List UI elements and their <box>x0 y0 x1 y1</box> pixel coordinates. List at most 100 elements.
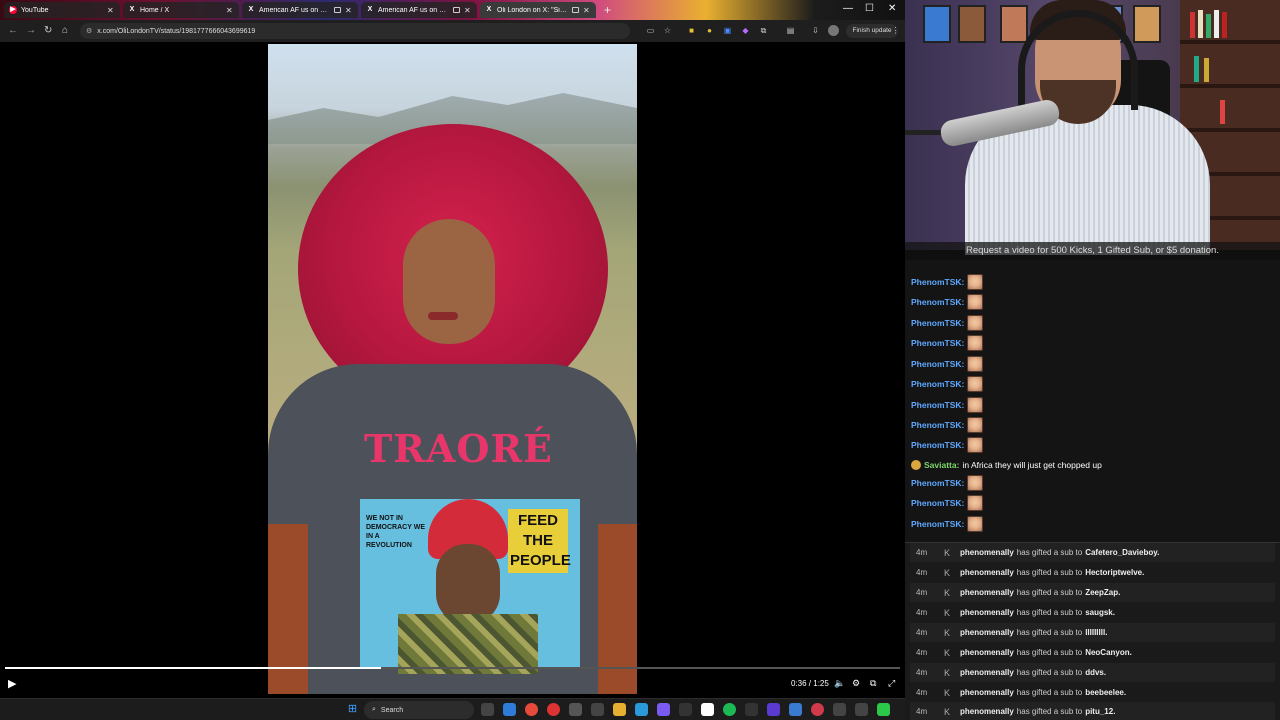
tab-home-x[interactable]: X Home / X ✕ <box>123 2 239 18</box>
close-icon[interactable]: ✕ <box>464 6 472 15</box>
chat-username[interactable]: PhenomTSK: <box>911 379 964 389</box>
bookmark-star-icon[interactable]: ☆ <box>662 25 673 36</box>
close-window-button[interactable]: ✕ <box>888 3 896 14</box>
profile-avatar[interactable] <box>828 25 839 36</box>
gift-username[interactable]: phenomenally <box>960 648 1014 657</box>
tab-american-af-2[interactable]: X American AF us on X: "EB ✕ <box>361 2 477 18</box>
minimize-button[interactable]: — <box>843 3 853 14</box>
close-icon[interactable]: ✕ <box>583 6 591 15</box>
windows-start-icon[interactable]: ⊞ <box>346 703 359 716</box>
chat-username[interactable]: PhenomTSK: <box>911 478 964 488</box>
app-icon[interactable] <box>833 703 846 716</box>
gift-username[interactable]: phenomenally <box>960 688 1014 697</box>
settings-gear-icon[interactable]: ⚙ <box>852 678 860 689</box>
file-explorer-icon[interactable] <box>613 703 626 716</box>
sidebar-icon[interactable]: ▤ <box>785 25 796 36</box>
app-icon[interactable] <box>679 703 692 716</box>
forward-button[interactable]: → <box>26 25 36 36</box>
spotify-icon[interactable] <box>723 703 736 716</box>
site-info-icon[interactable]: ⚙ <box>86 27 92 35</box>
shirt-print-title: TRAORÉ <box>364 426 553 471</box>
app-icon[interactable] <box>569 703 582 716</box>
back-button[interactable]: ← <box>8 25 18 36</box>
gift-recipient[interactable]: ZeepZap. <box>1085 588 1120 597</box>
browser-window: ▶ YouTube ✕ X Home / X ✕ X American AF u… <box>0 0 905 698</box>
gift-username[interactable]: phenomenally <box>960 668 1014 677</box>
app-icon[interactable] <box>877 703 890 716</box>
cast-icon[interactable]: ▭ <box>645 25 656 36</box>
close-icon[interactable]: ✕ <box>226 6 234 15</box>
tab-american-af-1[interactable]: X American AF us on X: "Lib ✕ <box>242 2 358 18</box>
app-icon[interactable] <box>745 703 758 716</box>
chat-username[interactable]: PhenomTSK: <box>911 498 964 508</box>
app-icon[interactable] <box>789 703 802 716</box>
gift-recipient[interactable]: beebeelee. <box>1085 688 1126 697</box>
gift-recipient[interactable]: saugsk. <box>1085 608 1115 617</box>
gift-username[interactable]: phenomenally <box>960 707 1014 716</box>
gift-recipient[interactable]: lIIIIIIIl. <box>1085 628 1107 637</box>
extensions-puzzle-icon[interactable]: ⧉ <box>758 25 769 36</box>
chat-username[interactable]: PhenomTSK: <box>911 318 964 328</box>
gift-username[interactable]: phenomenally <box>960 608 1014 617</box>
maximize-button[interactable]: ☐ <box>865 3 874 14</box>
extension-icon[interactable]: ● <box>704 25 715 36</box>
audio-icon[interactable] <box>453 7 460 13</box>
app-icon[interactable] <box>701 703 714 716</box>
reload-button[interactable]: ↻ <box>44 25 52 36</box>
gift-recipient[interactable]: pitu_12. <box>1085 707 1115 716</box>
chat-username[interactable]: PhenomTSK: <box>911 359 964 369</box>
chat-username[interactable]: PhenomTSK: <box>911 519 964 529</box>
gift-recipient[interactable]: Cafetero_Davieboy. <box>1085 548 1159 557</box>
close-icon[interactable]: ✕ <box>345 6 353 15</box>
kick-logo-icon: K <box>944 627 951 638</box>
chat-username[interactable]: PhenomTSK: <box>911 338 964 348</box>
chat-username[interactable]: PhenomTSK: <box>911 440 964 450</box>
play-button[interactable]: ▶ <box>8 677 16 690</box>
chat-message: PhenomTSK: <box>911 397 984 413</box>
chat-username[interactable]: PhenomTSK: <box>911 420 964 430</box>
chrome-icon[interactable] <box>525 703 538 716</box>
tab-youtube[interactable]: ▶ YouTube ✕ <box>4 2 120 18</box>
app-icon[interactable] <box>811 703 824 716</box>
home-button[interactable]: ⌂ <box>62 25 68 36</box>
extension-icon[interactable]: ▣ <box>722 25 733 36</box>
chat-username[interactable]: PhenomTSK: <box>911 400 964 410</box>
new-tab-button[interactable]: + <box>604 3 611 17</box>
telegram-icon[interactable] <box>635 703 648 716</box>
gift-recipient[interactable]: NeoCanyon. <box>1085 648 1132 657</box>
gift-recipient[interactable]: ddvs. <box>1085 668 1106 677</box>
gift-username[interactable]: phenomenally <box>960 628 1014 637</box>
extension-icon[interactable]: ◆ <box>740 25 751 36</box>
address-bar[interactable]: ⚙ x.com/OliLondonTV/status/1981777666043… <box>80 23 630 39</box>
fullscreen-icon[interactable]: ⤢ <box>888 678 895 689</box>
video-frame[interactable]: TRAORÉ WE NOT IN DEMOCRACY WE IN A REVOL… <box>268 44 637 694</box>
gift-username[interactable]: phenomenally <box>960 588 1014 597</box>
gift-username[interactable]: phenomenally <box>960 568 1014 577</box>
app-icon[interactable] <box>767 703 780 716</box>
task-view-icon[interactable] <box>481 703 494 716</box>
video-player[interactable]: TRAORÉ WE NOT IN DEMOCRACY WE IN A REVOL… <box>0 42 905 698</box>
audio-icon[interactable] <box>572 7 579 13</box>
chat-username[interactable]: PhenomTSK: <box>911 277 964 287</box>
app-icon[interactable] <box>855 703 868 716</box>
volume-icon[interactable]: 🔈 <box>834 678 845 689</box>
close-icon[interactable]: ✕ <box>107 6 115 15</box>
chat-username[interactable]: Saviatta: <box>924 460 959 470</box>
app-icon[interactable] <box>591 703 604 716</box>
taskbar-search[interactable]: ⌕ Search <box>364 701 474 719</box>
picture-in-picture-icon[interactable]: ⧉ <box>870 678 876 689</box>
audio-icon[interactable] <box>334 7 341 13</box>
tab-oli-london[interactable]: X Oli London on X: "Singer K ✕ <box>480 2 596 18</box>
gift-username[interactable]: phenomenally <box>960 548 1014 557</box>
discord-icon[interactable] <box>657 703 670 716</box>
emote-icon <box>967 294 984 310</box>
video-progress-bar[interactable] <box>5 667 900 669</box>
downloads-icon[interactable]: ⇩ <box>810 25 821 36</box>
chat-username[interactable]: PhenomTSK: <box>911 297 964 307</box>
chrome-icon[interactable] <box>547 703 560 716</box>
chat-panel: PhenomTSK: PhenomTSK: PhenomTSK: PhenomT… <box>905 260 1280 542</box>
gift-recipient[interactable]: Hectoriptwelve. <box>1085 568 1144 577</box>
menu-kebab-icon[interactable]: ⋮ <box>890 25 901 36</box>
edge-icon[interactable] <box>503 703 516 716</box>
extension-icon[interactable]: ■ <box>686 25 697 36</box>
